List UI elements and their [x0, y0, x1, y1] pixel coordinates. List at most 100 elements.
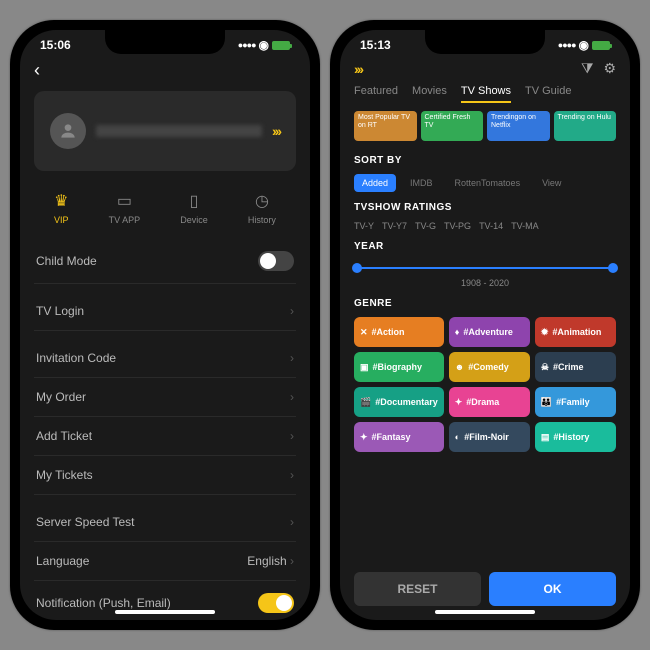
chevron-right-icon: › [290, 304, 294, 318]
chip[interactable]: Trendingon on Netflix [487, 111, 550, 141]
profile-name-blurred [96, 125, 262, 137]
year-slider[interactable] [354, 260, 616, 276]
clock: 15:06 [40, 38, 71, 52]
settings-icon[interactable]: ⚙ [603, 60, 616, 77]
rating-option[interactable]: TV-G [415, 221, 436, 231]
chip[interactable]: Trending on Hulu [554, 111, 617, 141]
year-range-value: 1908 - 2020 [354, 278, 616, 288]
tv-login-row[interactable]: TV Login› [34, 292, 296, 331]
sort-option[interactable]: Added [354, 174, 396, 192]
genre-icon: ✹ [541, 327, 549, 338]
bottom-bar: RESET OK [354, 572, 616, 606]
clock: 15:13 [360, 38, 391, 52]
history-button[interactable]: ◷History [248, 191, 276, 225]
chevron-right-icon: ››› [272, 123, 280, 139]
back-button[interactable]: ‹ [34, 56, 296, 85]
quick-actions: ♛VIP ▭TV APP ▯Device ◷History [34, 185, 296, 239]
genre-tile[interactable]: ♦#Adventure [449, 317, 530, 347]
chevron-right-icon: › [290, 515, 294, 529]
my-order-row[interactable]: My Order› [34, 378, 296, 417]
crown-icon: ♛ [54, 191, 68, 211]
chevron-right-icon: › [290, 429, 294, 443]
wifi-icon: ◉ [579, 38, 589, 52]
sort-options: Added IMDB RottenTomatoes View [354, 174, 616, 192]
notch [105, 30, 225, 54]
speed-test-row[interactable]: Server Speed Test› [34, 503, 296, 542]
child-mode-row: Child Mode [34, 239, 296, 284]
rating-option[interactable]: TV-PG [444, 221, 471, 231]
genre-tile[interactable]: 👪#Family [535, 387, 616, 417]
tvapp-button[interactable]: ▭TV APP [109, 191, 141, 225]
rating-option[interactable]: TV-MA [511, 221, 539, 231]
profile-card[interactable]: ››› [34, 91, 296, 171]
tab-movies[interactable]: Movies [412, 85, 447, 103]
wifi-icon: ◉ [259, 38, 269, 52]
filter-icon[interactable]: ⧩ [581, 60, 594, 77]
category-chips: Most Popular TV on RTCertified Fresh TVT… [354, 111, 616, 141]
chevron-right-icon: › [290, 390, 294, 404]
genre-tile[interactable]: ✹#Animation [535, 317, 616, 347]
slider-thumb-left[interactable] [352, 263, 362, 273]
genre-tile[interactable]: 🎬#Documentary [354, 387, 444, 417]
invitation-row[interactable]: Invitation Code› [34, 339, 296, 378]
sort-option[interactable]: View [534, 174, 569, 192]
genre-tile[interactable]: ✦#Fantasy [354, 422, 444, 452]
genre-tile[interactable]: ✦#Drama [449, 387, 530, 417]
genre-grid: ✕#Action♦#Adventure✹#Animation ▣#Biograph… [354, 317, 616, 452]
genre-icon: ▤ [541, 432, 550, 443]
notification-toggle[interactable] [258, 593, 294, 613]
battery-icon [272, 41, 290, 50]
language-row[interactable]: LanguageEnglish › [34, 542, 296, 581]
logo[interactable]: ››› [354, 61, 362, 77]
sort-by-label: SORT BY [354, 155, 616, 166]
sort-option[interactable]: IMDB [402, 174, 441, 192]
rating-option[interactable]: TV-14 [479, 221, 503, 231]
reset-button[interactable]: RESET [354, 572, 481, 606]
rating-option[interactable]: TV-Y7 [382, 221, 407, 231]
phone-left: 15:06 ●●●● ◉ ‹ ››› ♛VIP ▭TV APP ▯Device … [10, 20, 320, 630]
genre-tile[interactable]: ☠#Crime [535, 352, 616, 382]
tabs: Featured Movies TV Shows TV Guide [354, 85, 616, 111]
genre-icon: ☻ [455, 362, 464, 372]
battery-icon [592, 41, 610, 50]
genre-tile[interactable]: ☻#Comedy [449, 352, 530, 382]
avatar [50, 113, 86, 149]
genre-icon: ✦ [360, 432, 368, 443]
chip[interactable]: Most Popular TV on RT [354, 111, 417, 141]
tab-featured[interactable]: Featured [354, 85, 398, 103]
notification-row: Notification (Push, Email) [34, 581, 296, 620]
genre-icon: ▣ [360, 362, 369, 373]
my-tickets-row[interactable]: My Tickets› [34, 456, 296, 495]
genre-label: GENRE [354, 298, 616, 309]
home-indicator[interactable] [115, 610, 215, 614]
genre-tile[interactable]: ◐#Film-Noir [449, 422, 530, 452]
genre-icon: ◐ [455, 432, 460, 442]
genre-icon: ✦ [455, 397, 463, 408]
ratings-label: TVSHOW RATINGS [354, 202, 616, 213]
rating-option[interactable]: TV-Y [354, 221, 374, 231]
chip[interactable]: Certified Fresh TV [421, 111, 484, 141]
genre-icon: 🎬 [360, 397, 371, 408]
slider-track [354, 267, 616, 269]
header: ››› ⧩ ⚙ [354, 56, 616, 85]
tab-tv-shows[interactable]: TV Shows [461, 85, 511, 103]
genre-tile[interactable]: ✕#Action [354, 317, 444, 347]
ok-button[interactable]: OK [489, 572, 616, 606]
child-mode-toggle[interactable] [258, 251, 294, 271]
device-button[interactable]: ▯Device [180, 191, 208, 225]
genre-icon: 👪 [541, 397, 552, 408]
tab-tv-guide[interactable]: TV Guide [525, 85, 571, 103]
vip-button[interactable]: ♛VIP [54, 191, 69, 225]
sort-option[interactable]: RottenTomatoes [447, 174, 529, 192]
notch [425, 30, 545, 54]
clock-icon: ◷ [255, 191, 269, 211]
year-label: YEAR [354, 241, 616, 252]
chevron-right-icon: › [290, 468, 294, 482]
genre-tile[interactable]: ▣#Biography [354, 352, 444, 382]
genre-tile[interactable]: ▤#History [535, 422, 616, 452]
genre-icon: ♦ [455, 327, 460, 337]
rating-options: TV-Y TV-Y7 TV-G TV-PG TV-14 TV-MA [354, 221, 616, 231]
add-ticket-row[interactable]: Add Ticket› [34, 417, 296, 456]
slider-thumb-right[interactable] [608, 263, 618, 273]
home-indicator[interactable] [435, 610, 535, 614]
